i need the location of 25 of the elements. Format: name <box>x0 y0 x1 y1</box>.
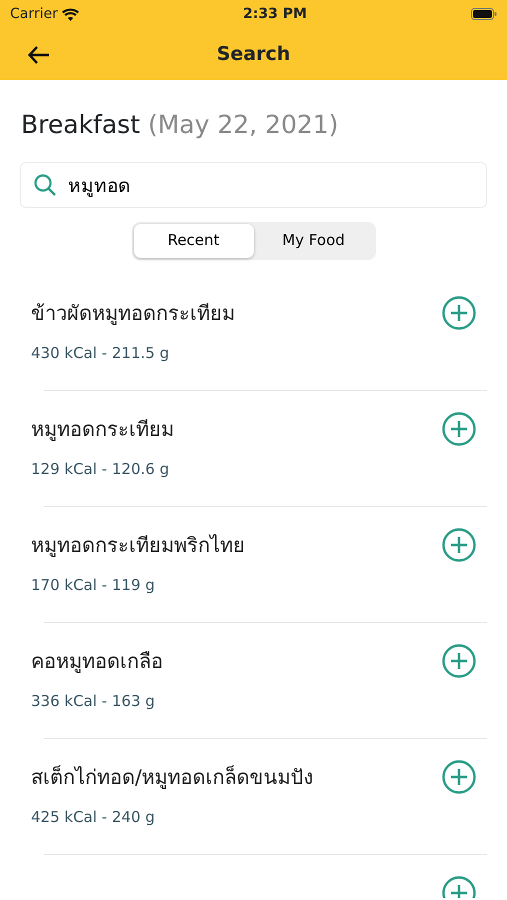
add-icon[interactable] <box>442 644 476 678</box>
page-title: Search <box>216 42 290 67</box>
add-icon[interactable] <box>442 760 476 794</box>
add-icon[interactable] <box>442 296 476 330</box>
food-nutrition: 430 kCal - 211.5 g <box>31 342 170 364</box>
add-icon[interactable] <box>442 412 476 446</box>
food-name: ข้าวผัดหมูทอดกระเทียม <box>31 300 235 327</box>
battery-icon <box>471 8 497 20</box>
segment-tab[interactable]: My Food <box>254 224 374 258</box>
segment-tab[interactable]: Recent <box>134 224 254 258</box>
status-time: 2:33 PM <box>243 4 307 24</box>
carrier-label: Carrier <box>10 4 58 24</box>
search-field[interactable]: หมูทอด <box>20 162 487 208</box>
food-nutrition: 170 kCal - 119 g <box>31 574 156 596</box>
add-icon[interactable] <box>442 528 476 562</box>
meal-date: (May 22, 2021) <box>148 110 338 139</box>
food-name: คอหมูทอดเกลือ <box>31 648 163 675</box>
food-nutrition: 129 kCal - 120.6 g <box>31 458 170 480</box>
meal-title: Breakfast <box>21 110 140 139</box>
food-name: หมูทอดกระเทียมพริกไทย <box>31 532 245 559</box>
food-nutrition: 425 kCal - 240 g <box>31 806 156 828</box>
food-name: สเต็กไก่ทอด/หมูทอดเกล็ดขนมปัง <box>31 764 314 791</box>
food-name: หมูทอดกระเทียม <box>31 416 174 443</box>
food-nutrition: 336 kCal - 163 g <box>31 690 156 712</box>
wifi-icon <box>62 8 79 20</box>
